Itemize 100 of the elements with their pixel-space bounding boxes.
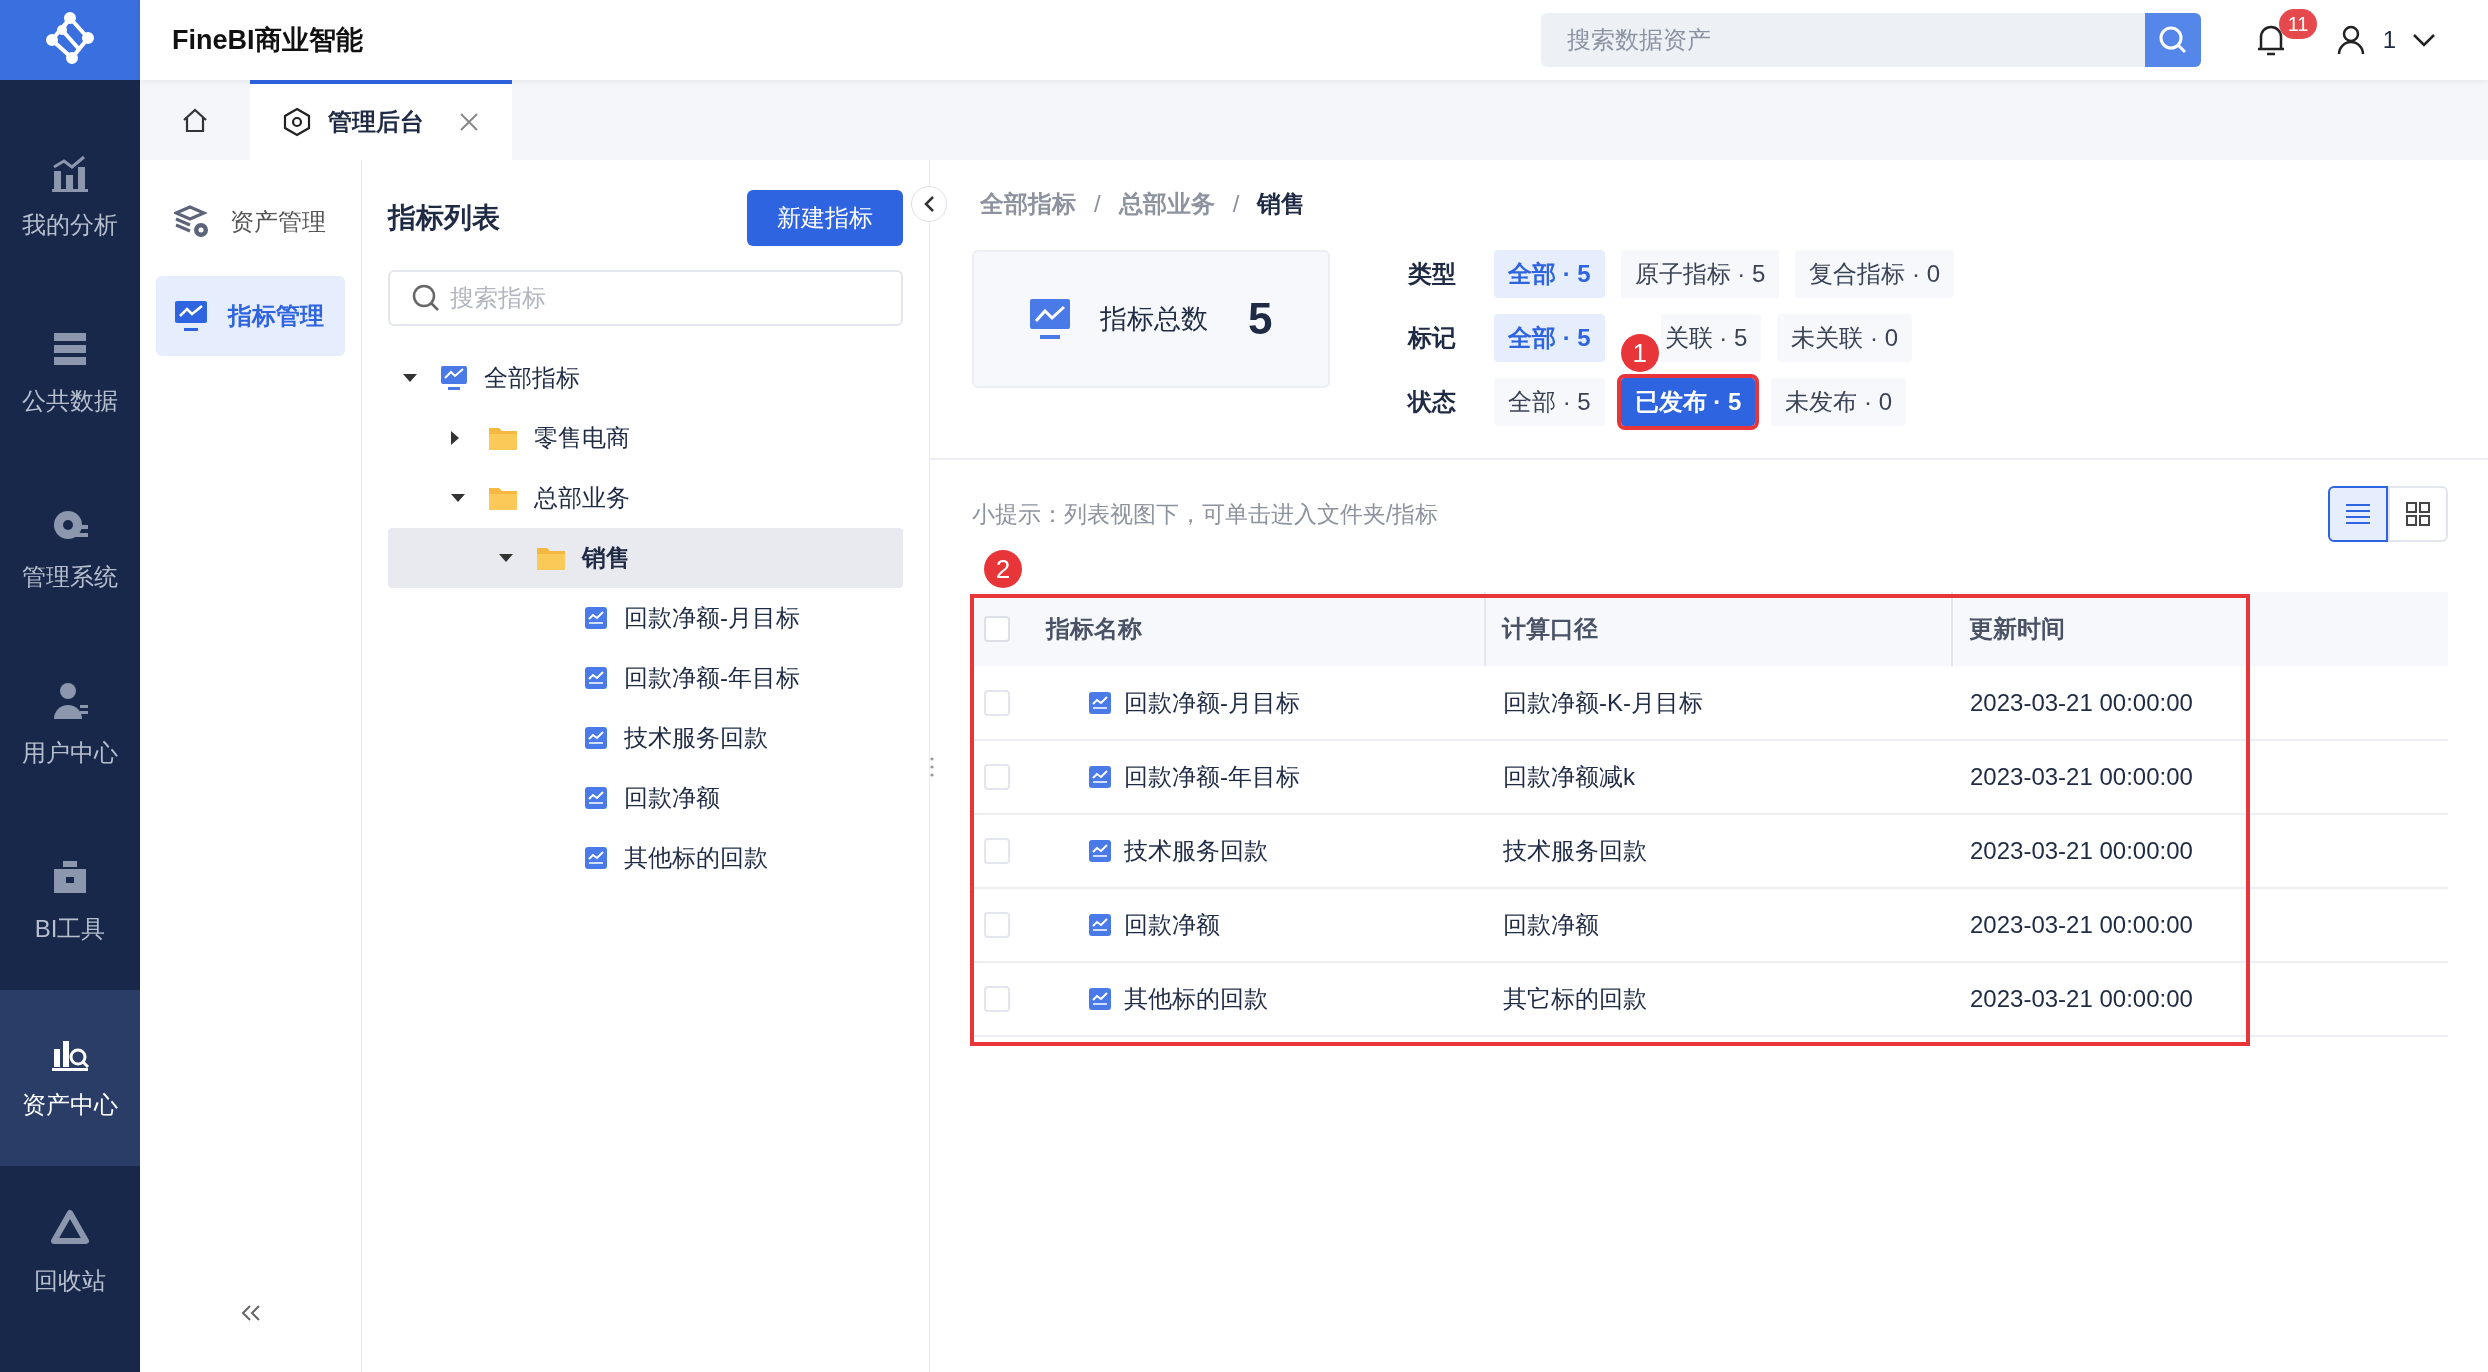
tree-item[interactable]: 技术服务回款 — [388, 708, 903, 768]
metric-icon — [1088, 690, 1112, 715]
metric-icon — [584, 786, 608, 810]
filter-chip[interactable]: 全部 · 5 — [1494, 250, 1605, 298]
search-field[interactable]: 搜索指标 — [450, 272, 901, 324]
metric-icon — [1088, 987, 1112, 1011]
breadcrumb-item: 销售 — [1257, 189, 1306, 219]
breadcrumb-separator: / — [1094, 189, 1101, 219]
filter-chip[interactable]: 全部 · 5 — [1494, 378, 1605, 426]
new-metric-button[interactable]: 新建指标 — [747, 190, 903, 246]
caret-down-icon[interactable] — [498, 553, 514, 563]
column-header[interactable]: 计算口径 — [1502, 615, 1598, 642]
annotation-badge: 1 — [1620, 334, 1659, 372]
subnav-item[interactable]: 指标管理 — [156, 276, 345, 356]
filter-label: 类型 — [1408, 259, 1457, 289]
hint-text: 小提示：列表视图下，可单击进入文件夹/指标 — [972, 499, 1439, 529]
close-icon[interactable] — [458, 111, 480, 133]
caret-right-icon[interactable] — [450, 430, 460, 446]
search-button[interactable] — [2144, 13, 2201, 67]
checkbox[interactable] — [984, 986, 1010, 1012]
filter-chip[interactable]: 全部 · 5 — [1494, 314, 1605, 362]
collapse-panel-button[interactable] — [911, 186, 947, 222]
checkbox[interactable] — [984, 838, 1010, 864]
nav-item[interactable]: 管理系统 — [0, 462, 140, 638]
metric-icon — [584, 606, 608, 630]
annotation-badge: 2 — [984, 550, 1022, 588]
table-cell: 回款净额减k — [1503, 763, 1635, 790]
filter-label: 标记 — [1408, 323, 1457, 353]
table-cell: 其它标的回款 — [1503, 985, 1647, 1012]
collapse-icon[interactable] — [239, 1304, 262, 1322]
panel-title: 指标列表 — [388, 201, 500, 235]
bell-icon[interactable] — [2255, 23, 2286, 57]
checkbox[interactable] — [984, 616, 1010, 642]
tree-item[interactable]: 销售 — [388, 528, 903, 588]
nav-item[interactable]: BI工具 — [0, 814, 140, 990]
nav-item[interactable]: 我的分析 — [0, 110, 140, 286]
filter-label: 状态 — [1408, 387, 1457, 417]
metric-icon — [1088, 765, 1112, 789]
filter-chip[interactable]: 复合指标 · 0 — [1795, 250, 1955, 298]
metric-icon — [584, 666, 608, 690]
table-cell: 技术服务回款 — [1503, 837, 1647, 864]
notification-badge: 11 — [2278, 9, 2318, 39]
breadcrumb-separator: / — [1232, 189, 1240, 219]
view-toggle[interactable] — [2328, 486, 2388, 542]
tree-item[interactable]: 回款净额-月目标 — [388, 588, 903, 648]
tree-item[interactable]: 回款净额-年目标 — [388, 648, 903, 708]
tab[interactable]: 管理后台 — [250, 80, 512, 160]
monitor-chart-icon — [440, 364, 468, 392]
chevron-down-icon[interactable] — [2412, 32, 2436, 48]
user-name[interactable]: 1 — [2382, 22, 2396, 58]
table-cell[interactable]: 回款净额 — [1124, 907, 1220, 943]
column-header[interactable]: 指标名称 — [1046, 615, 1142, 642]
table-cell[interactable]: 其他标的回款 — [1124, 981, 1268, 1017]
filter-chip[interactable]: 未发布 · 0 — [1771, 378, 1907, 426]
table-cell: 2023-03-21 00:00:00 — [1970, 688, 2193, 716]
tree-item[interactable]: 回款净额 — [388, 768, 903, 828]
tree-item[interactable]: 其他标的回款 — [388, 828, 903, 888]
nav-item[interactable]: 用户中心 — [0, 638, 140, 814]
caret-down-icon[interactable] — [402, 373, 418, 383]
chart-icon — [50, 153, 90, 193]
nav-item[interactable]: 公共数据 — [0, 286, 140, 462]
filter-chip[interactable]: 未关联 · 0 — [1777, 314, 1913, 362]
table-cell[interactable]: 回款净额-年目标 — [1124, 759, 1300, 795]
summary-value: 5 — [1248, 293, 1273, 345]
app-title: FineBI商业智能 — [172, 23, 363, 57]
nav-item[interactable]: 回收站 — [0, 1166, 140, 1342]
table-cell: 2023-03-21 00:00:00 — [1970, 985, 2193, 1012]
search-box[interactable]: 搜索指标 — [388, 270, 903, 326]
summary-label: 指标总数 — [1100, 302, 1208, 336]
tree-item[interactable]: 全部指标 — [388, 348, 903, 408]
tree-item[interactable]: 零售电商 — [388, 408, 903, 468]
table-cell[interactable]: 技术服务回款 — [1124, 833, 1268, 869]
folder-icon — [488, 485, 518, 511]
monitor-chart-icon — [174, 299, 208, 333]
filter-chip[interactable]: 关联 · 5 — [1660, 314, 1762, 362]
list-view-icon — [2345, 503, 2371, 525]
table-cell: 2023-03-21 00:00:00 — [1970, 837, 2193, 864]
checkbox[interactable] — [984, 764, 1010, 790]
table-cell: 2023-03-21 00:00:00 — [1970, 763, 2193, 790]
user-icon[interactable] — [2336, 25, 2365, 55]
metric-icon — [584, 726, 608, 750]
metric-icon — [584, 846, 608, 870]
table-cell[interactable]: 回款净额-月目标 — [1124, 684, 1300, 721]
subnav-item[interactable]: 资产管理 — [156, 182, 345, 262]
metric-icon — [1088, 839, 1112, 863]
nav-item[interactable]: 资产中心 — [0, 990, 140, 1166]
grid-view-icon — [2406, 502, 2430, 526]
tree-item[interactable]: 总部业务 — [388, 468, 903, 528]
caret-down-icon[interactable] — [450, 493, 466, 503]
table-cell: 回款净额 — [1503, 911, 1599, 938]
column-header[interactable]: 更新时间 — [1969, 615, 2065, 642]
metric-icon — [1088, 913, 1112, 937]
hexagon-settings-icon — [282, 107, 312, 137]
search-icon — [412, 284, 440, 312]
checkbox[interactable] — [984, 912, 1010, 938]
checkbox[interactable] — [984, 689, 1010, 716]
table-cell: 回款净额-K-月目标 — [1503, 688, 1703, 716]
drag-handle-icon[interactable] — [929, 756, 935, 778]
filter-chip[interactable]: 原子指标 · 5 — [1620, 250, 1780, 298]
folder-icon — [536, 545, 566, 571]
